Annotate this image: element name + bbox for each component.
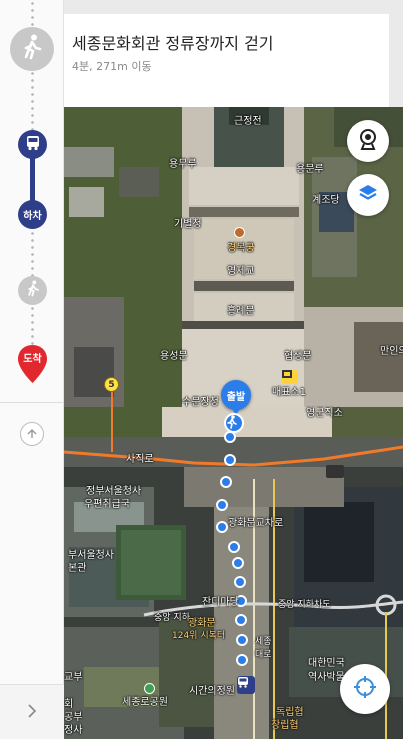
arrive-label: 도착 xyxy=(23,354,42,365)
scroll-to-top-button[interactable] xyxy=(20,422,44,446)
map-label: 영군직소 xyxy=(306,408,343,419)
road-label: 대로 xyxy=(255,650,272,660)
timeline-step-alight[interactable]: 하차 xyxy=(18,200,47,229)
ticket-office-icon[interactable] xyxy=(282,370,298,384)
timeline-step-walk-current[interactable] xyxy=(10,27,54,71)
walk-icon xyxy=(224,413,244,433)
map-label: 124위 시복터 xyxy=(172,631,226,641)
map-label: 협생문 xyxy=(284,351,312,362)
timeline-divider xyxy=(0,402,64,403)
map-layers-button[interactable] xyxy=(347,174,389,216)
map-label: 중앙 지하 xyxy=(154,613,190,623)
timeline-dotted-line xyxy=(31,0,34,30)
map-label: 영제교 xyxy=(227,266,255,277)
map-label: 계조당 xyxy=(312,195,340,206)
map-label: 근정전 xyxy=(234,116,262,127)
map-label: 우편취급국 xyxy=(84,499,130,510)
map-label: 광화문 xyxy=(188,618,216,629)
map-label: 교부 xyxy=(64,672,83,683)
road-label: 세종 xyxy=(255,637,272,647)
timeline-step-bus[interactable] xyxy=(18,130,47,159)
map-label: 부서울청사 xyxy=(68,550,114,561)
arrow-up-icon xyxy=(26,425,38,444)
map-label: 시간의정원 xyxy=(189,686,235,697)
map-label: 경복궁 xyxy=(227,243,255,254)
camera-icon[interactable] xyxy=(326,465,344,478)
map-label: 중앙 지하차도 xyxy=(278,600,331,610)
subway-line-badge[interactable]: 5 xyxy=(104,377,119,392)
route-screen: 근정전 용무루 용문루 계조당 기별청 경복궁 영제교 흥례문 용성문 협생문 … xyxy=(0,0,403,739)
map-label: 매표소1 xyxy=(272,387,306,398)
start-marker[interactable]: 출발 xyxy=(221,380,251,415)
map-label: 용문루 xyxy=(296,164,324,175)
bus-stop-icon[interactable] xyxy=(237,676,255,694)
map-label: 잔디마당 xyxy=(202,597,239,608)
expand-panel-button[interactable] xyxy=(0,684,64,739)
map-label: 역사박물 xyxy=(308,672,345,683)
map-label: 창립협 xyxy=(271,720,299,731)
bus-icon xyxy=(25,135,41,155)
step-header-card[interactable]: 세종문화회관 정류장까지 걷기 4분, 271m 이동 xyxy=(64,14,389,107)
walk-icon xyxy=(26,280,40,301)
cctv-icon xyxy=(358,128,378,154)
walk-icon xyxy=(21,34,43,64)
map-label: 용성문 xyxy=(160,351,188,362)
timeline-dotted-line xyxy=(31,70,34,130)
map-label: 공부 xyxy=(64,712,83,723)
map-label: 본관 xyxy=(68,563,87,574)
route-timeline: 하차 도착 xyxy=(0,0,64,739)
timeline-step-arrive[interactable]: 도착 xyxy=(17,344,48,384)
step-subtitle: 4분, 271m 이동 xyxy=(72,60,152,73)
palace-poi-icon xyxy=(234,227,245,238)
map-label: 회 xyxy=(64,699,74,710)
layers-icon xyxy=(357,183,379,207)
map-label: 용무루 xyxy=(169,159,197,170)
map-label: 기별청 xyxy=(174,219,202,230)
step-title: 세종문화회관 정류장까지 걷기 xyxy=(72,34,274,53)
timeline-dotted-line xyxy=(31,230,34,280)
timeline-step-walk[interactable] xyxy=(18,276,47,305)
map-label: 정부서울청사 xyxy=(86,486,142,497)
map-label: 세종로공원 xyxy=(122,697,168,708)
road-label: 사직로 xyxy=(126,454,154,465)
my-location-button[interactable] xyxy=(340,664,390,714)
map-label: 만인의 xyxy=(380,346,403,357)
timeline-dotted-line xyxy=(31,305,34,347)
chevron-right-icon xyxy=(27,703,37,722)
map-label: 흥례문 xyxy=(227,306,255,317)
map-label: 광화문교차로 xyxy=(228,518,284,529)
cctv-button[interactable] xyxy=(347,120,389,162)
park-poi-icon xyxy=(144,683,155,694)
map-label: 정사 xyxy=(64,725,83,736)
map-label: 대한민국 xyxy=(308,658,345,669)
locate-icon xyxy=(352,674,378,704)
map-label: 수문장청 xyxy=(182,397,219,408)
map-label: 독립협 xyxy=(276,707,304,718)
